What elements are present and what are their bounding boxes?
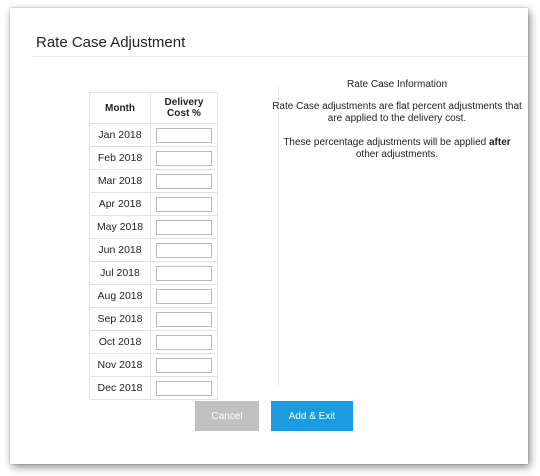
table-row: Feb 2018 [89, 146, 218, 170]
delivery-cost-input[interactable] [156, 150, 212, 166]
delivery-cost-cell [150, 353, 218, 377]
info-heading: Rate Case Information [346, 79, 448, 90]
delivery-cost-input[interactable] [156, 380, 212, 396]
table-row: May 2018 [89, 215, 218, 239]
delivery-cost-cell [150, 307, 218, 331]
table-row: Nov 2018 [89, 353, 218, 377]
delivery-cost-input[interactable] [156, 311, 212, 327]
info-note-after: other adjustments. [355, 149, 439, 160]
delivery-cost-cell [150, 146, 218, 170]
delivery-cost-input[interactable] [156, 334, 212, 350]
delivery-cost-input[interactable] [156, 196, 212, 212]
delivery-cost-input[interactable] [156, 357, 212, 373]
delivery-cost-cell [150, 376, 218, 400]
delivery-cost-cell [150, 238, 218, 262]
delivery-cost-input[interactable] [156, 288, 212, 304]
delivery-cost-header-line2: Cost % [167, 108, 201, 119]
month-cell: Feb 2018 [89, 146, 151, 170]
table-row: Mar 2018 [89, 169, 218, 193]
add-exit-button[interactable]: Add & Exit [271, 401, 353, 431]
info-note-emphasis: after [489, 137, 511, 148]
delivery-cost-header-line1: Delivery [164, 97, 204, 108]
delivery-cost-cell [150, 192, 218, 216]
month-column-header: Month [89, 92, 151, 124]
month-cell: Nov 2018 [89, 353, 151, 377]
month-cell: May 2018 [89, 215, 151, 239]
delivery-cost-cell [150, 261, 218, 285]
table-row: Jun 2018 [89, 238, 218, 262]
delivery-cost-input[interactable] [156, 265, 212, 281]
month-cell: Dec 2018 [89, 376, 151, 400]
delivery-cost-cell [150, 123, 218, 147]
table-header-row: Month Delivery Cost % [89, 92, 218, 124]
delivery-cost-column-header: Delivery Cost % [150, 92, 218, 124]
delivery-cost-cell [150, 215, 218, 239]
table-row: Sep 2018 [89, 307, 218, 331]
month-cell: Jun 2018 [89, 238, 151, 262]
table-row: Dec 2018 [89, 376, 218, 400]
delivery-cost-input[interactable] [156, 127, 212, 143]
table-row: Aug 2018 [89, 284, 218, 308]
month-cell: Jan 2018 [89, 123, 151, 147]
month-cell: Sep 2018 [89, 307, 151, 331]
delivery-cost-input[interactable] [156, 242, 212, 258]
dialog-title: Rate Case Adjustment [36, 34, 186, 51]
rate-case-dialog: Rate Case Adjustment Month Delivery Cost… [10, 8, 528, 464]
table-row: Jan 2018 [89, 123, 218, 147]
rate-case-info-panel: Rate Case Information Rate Case adjustme… [272, 79, 522, 173]
delivery-cost-cell [150, 330, 218, 354]
info-note: These percentage adjustments will be app… [272, 137, 522, 161]
delivery-cost-input[interactable] [156, 173, 212, 189]
table-row: Oct 2018 [89, 330, 218, 354]
month-cell: Apr 2018 [89, 192, 151, 216]
info-note-before: These percentage adjustments will be app… [283, 137, 489, 148]
table-body: Jan 2018 Feb 2018 Mar 2018 Apr 2018 May 2018… [89, 123, 218, 400]
table-row: Jul 2018 [89, 261, 218, 285]
month-cell: Aug 2018 [89, 284, 151, 308]
info-description: Rate Case adjustments are flat percent a… [272, 101, 522, 124]
delivery-cost-cell [150, 169, 218, 193]
title-divider [32, 56, 528, 57]
month-cell: Mar 2018 [89, 169, 151, 193]
delivery-cost-cell [150, 284, 218, 308]
table-row: Apr 2018 [89, 192, 218, 216]
month-cell: Oct 2018 [89, 330, 151, 354]
month-cell: Jul 2018 [89, 261, 151, 285]
cancel-button[interactable]: Cancel [195, 401, 259, 431]
delivery-cost-input[interactable] [156, 219, 212, 235]
adjustment-table: Month Delivery Cost % Jan 2018 Feb 2018 Ma… [89, 92, 218, 400]
